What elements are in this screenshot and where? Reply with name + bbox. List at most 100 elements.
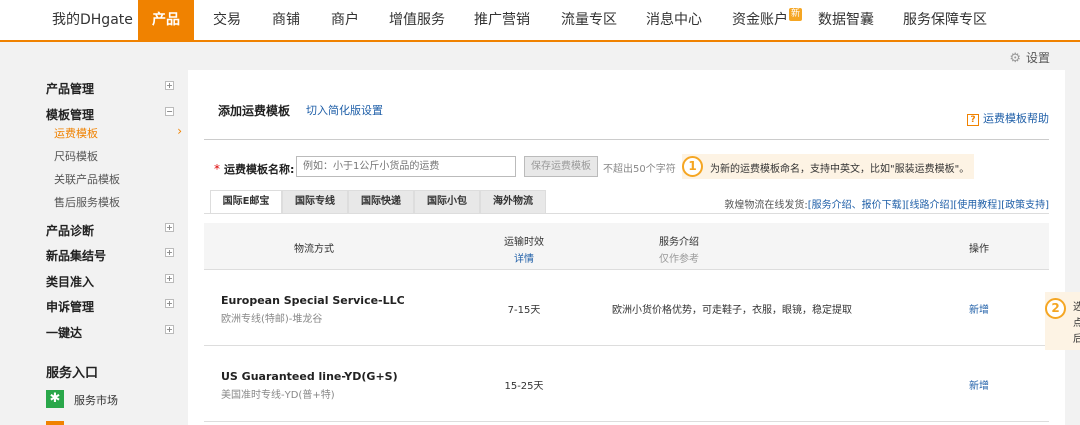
tab-special-line[interactable]: 国际专线 bbox=[282, 190, 348, 214]
nav-my-dhgate[interactable]: 我的DHgate bbox=[52, 0, 133, 40]
sidebar-section-label: 产品诊断 bbox=[46, 224, 95, 238]
service-market-icon[interactable]: ✱ bbox=[46, 390, 64, 408]
nav-data[interactable]: 数据智囊 bbox=[818, 0, 874, 40]
sidebar-accent bbox=[46, 421, 64, 425]
column-method: 物流方式 bbox=[294, 244, 334, 255]
expand-icon[interactable]: + bbox=[165, 223, 174, 232]
template-name-label: 运费模板名称: bbox=[224, 163, 295, 176]
service-intro-link[interactable]: [服务介绍、报价下载] bbox=[808, 200, 906, 211]
nav-funds[interactable]: 资金账户新 bbox=[732, 0, 802, 40]
page-title: 添加运费模板 bbox=[218, 104, 291, 118]
top-navigation: 我的DHgate 产品 交易 商铺 商户 增值服务 推广营销 流量专区 消息中心… bbox=[0, 0, 1080, 42]
help-icon: ? bbox=[967, 114, 979, 126]
service-market-link[interactable]: 服务市场 bbox=[74, 392, 118, 408]
tip-text-2: 选 点 后 bbox=[1073, 300, 1080, 348]
nav-value-added[interactable]: 增值服务 bbox=[389, 0, 445, 40]
expand-icon[interactable]: + bbox=[165, 299, 174, 308]
delivery-time: 15-25天 bbox=[504, 381, 544, 392]
table-header: 物流方式 运输时效 详情 服务介绍 仅作参考 操作 bbox=[204, 223, 1049, 270]
template-name-input[interactable] bbox=[296, 156, 516, 177]
sidebar-section-label: 类目准入 bbox=[46, 275, 95, 289]
expand-icon[interactable]: + bbox=[165, 274, 174, 283]
logistics-subname: 美国准时专线-YD(普+特) bbox=[221, 390, 335, 401]
new-badge-icon: 新 bbox=[789, 8, 802, 21]
sidebar-item-label: 运费模板 bbox=[54, 127, 98, 140]
column-intro-sub: 仅作参考 bbox=[659, 254, 699, 265]
logistics-name: US Guaranteed line-YD(G+S) bbox=[221, 370, 398, 383]
expand-icon[interactable]: + bbox=[165, 248, 174, 257]
divider bbox=[204, 139, 1049, 140]
logistics-subname: 欧洲专线(特邮)-堆龙谷 bbox=[221, 314, 323, 325]
sidebar-section-template-management[interactable]: 模板管理 − bbox=[46, 106, 174, 123]
sidebar-section-product-diagnosis[interactable]: 产品诊断 + bbox=[46, 222, 174, 239]
table-row: European Special Service-LLC 欧洲专线(特邮)-堆龙… bbox=[204, 270, 1049, 346]
service-entry-heading: 服务入口 bbox=[46, 366, 99, 381]
policy-link[interactable]: [政策支持] bbox=[1001, 200, 1049, 211]
sidebar-item-size-template[interactable]: 尺码模板 bbox=[54, 148, 182, 164]
tab-small-packet[interactable]: 国际小包 bbox=[414, 190, 480, 214]
service-description: 欧洲小货价格优势，可走鞋子，衣服，眼镜，稳定提取 bbox=[612, 305, 852, 316]
logistics-name: European Special Service-LLC bbox=[221, 294, 405, 307]
sidebar-section-new-product[interactable]: 新品集结号 + bbox=[46, 247, 174, 264]
tab-express[interactable]: 国际快递 bbox=[348, 190, 414, 214]
column-time-label: 运输时效 bbox=[504, 237, 544, 248]
nav-trade[interactable]: 交易 bbox=[213, 0, 241, 40]
step-number-icon: 1 bbox=[682, 156, 703, 177]
help-link[interactable]: ? 运费模板帮助 bbox=[967, 110, 1049, 126]
step-number-icon: 2 bbox=[1045, 298, 1066, 319]
sidebar-item-after-sales-template[interactable]: 售后服务模板 bbox=[54, 194, 182, 210]
chevron-right-icon: › bbox=[177, 124, 182, 138]
expand-icon[interactable]: + bbox=[165, 81, 174, 90]
route-intro-link[interactable]: [线路介绍] bbox=[906, 200, 954, 211]
tip-box-2: 2 选 点 后 bbox=[1045, 292, 1080, 350]
tip-text: 为新的运费模板命名，支持中英文，比如"服装运费模板"。 bbox=[710, 164, 970, 175]
column-intro: 服务介绍 仅作参考 bbox=[659, 233, 699, 265]
gear-icon: ⚙ bbox=[1009, 51, 1021, 66]
table-row: US Guaranteed line-YD(G+S) 美国准时专线-YD(普+特… bbox=[204, 346, 1049, 422]
settings-label: 设置 bbox=[1025, 51, 1050, 65]
sidebar-section-one-click[interactable]: 一键达 + bbox=[46, 324, 174, 341]
tab-e-post[interactable]: 国际E邮宝 bbox=[210, 190, 282, 214]
settings-button[interactable]: ⚙ 设置 bbox=[1009, 49, 1050, 66]
note-prefix: 敦煌物流在线发货: bbox=[724, 200, 808, 211]
sidebar-item-shipping-template[interactable]: 运费模板 › bbox=[54, 124, 182, 141]
sidebar-section-label: 产品管理 bbox=[46, 82, 95, 96]
sidebar-section-label: 模板管理 bbox=[46, 108, 95, 122]
sidebar-section-label: 新品集结号 bbox=[46, 249, 107, 263]
save-template-button[interactable]: 保存运费模板 bbox=[524, 156, 598, 177]
sidebar-section-label: 申诉管理 bbox=[46, 300, 95, 314]
nav-marketing[interactable]: 推广营销 bbox=[474, 0, 530, 40]
tutorial-link[interactable]: [使用教程] bbox=[953, 200, 1001, 211]
required-mark: * bbox=[214, 162, 220, 176]
nav-messages[interactable]: 消息中心 bbox=[646, 0, 702, 40]
column-intro-label: 服务介绍 bbox=[659, 237, 699, 248]
expand-icon[interactable]: + bbox=[165, 325, 174, 334]
nav-store[interactable]: 商铺 bbox=[272, 0, 300, 40]
tip-line: 后 bbox=[1073, 334, 1080, 345]
sidebar-section-product-management[interactable]: 产品管理 + bbox=[46, 80, 174, 97]
nav-traffic[interactable]: 流量专区 bbox=[561, 0, 617, 40]
nav-service-guarantee[interactable]: 服务保障专区 bbox=[903, 0, 987, 40]
collapse-icon[interactable]: − bbox=[165, 107, 174, 116]
char-limit-hint: 不超出50个字符 bbox=[603, 164, 676, 175]
tip-line: 点 bbox=[1073, 318, 1080, 329]
delivery-time: 7-15天 bbox=[507, 305, 541, 316]
sidebar-section-appeal[interactable]: 申诉管理 + bbox=[46, 298, 174, 315]
column-operation: 操作 bbox=[969, 244, 989, 255]
sidebar-section-label: 一键达 bbox=[46, 326, 83, 340]
time-details-link[interactable]: 详情 bbox=[469, 250, 579, 265]
sidebar-item-related-product-template[interactable]: 关联产品模板 bbox=[54, 171, 182, 187]
nav-merchant[interactable]: 商户 bbox=[331, 0, 359, 40]
main-panel: 添加运费模板 切入简化版设置 ?运费模板帮助 * 运费模板名称: 保存运费模板 … bbox=[188, 70, 1065, 425]
simplified-settings-link[interactable]: 切入简化版设置 bbox=[306, 102, 383, 118]
tip-box: 1 为新的运费模板命名，支持中英文，比如"服装运费模板"。 bbox=[682, 154, 974, 179]
column-time: 运输时效 详情 bbox=[469, 233, 579, 265]
help-label: 运费模板帮助 bbox=[983, 112, 1049, 125]
add-button[interactable]: 新增 bbox=[949, 377, 1009, 392]
tip-line: 选 bbox=[1073, 302, 1080, 313]
add-button[interactable]: 新增 bbox=[949, 301, 1009, 316]
nav-funds-label: 资金账户 bbox=[732, 12, 788, 28]
tab-overseas[interactable]: 海外物流 bbox=[480, 190, 546, 214]
sidebar-section-category-access[interactable]: 类目准入 + bbox=[46, 273, 174, 290]
nav-products[interactable]: 产品 bbox=[138, 0, 194, 40]
